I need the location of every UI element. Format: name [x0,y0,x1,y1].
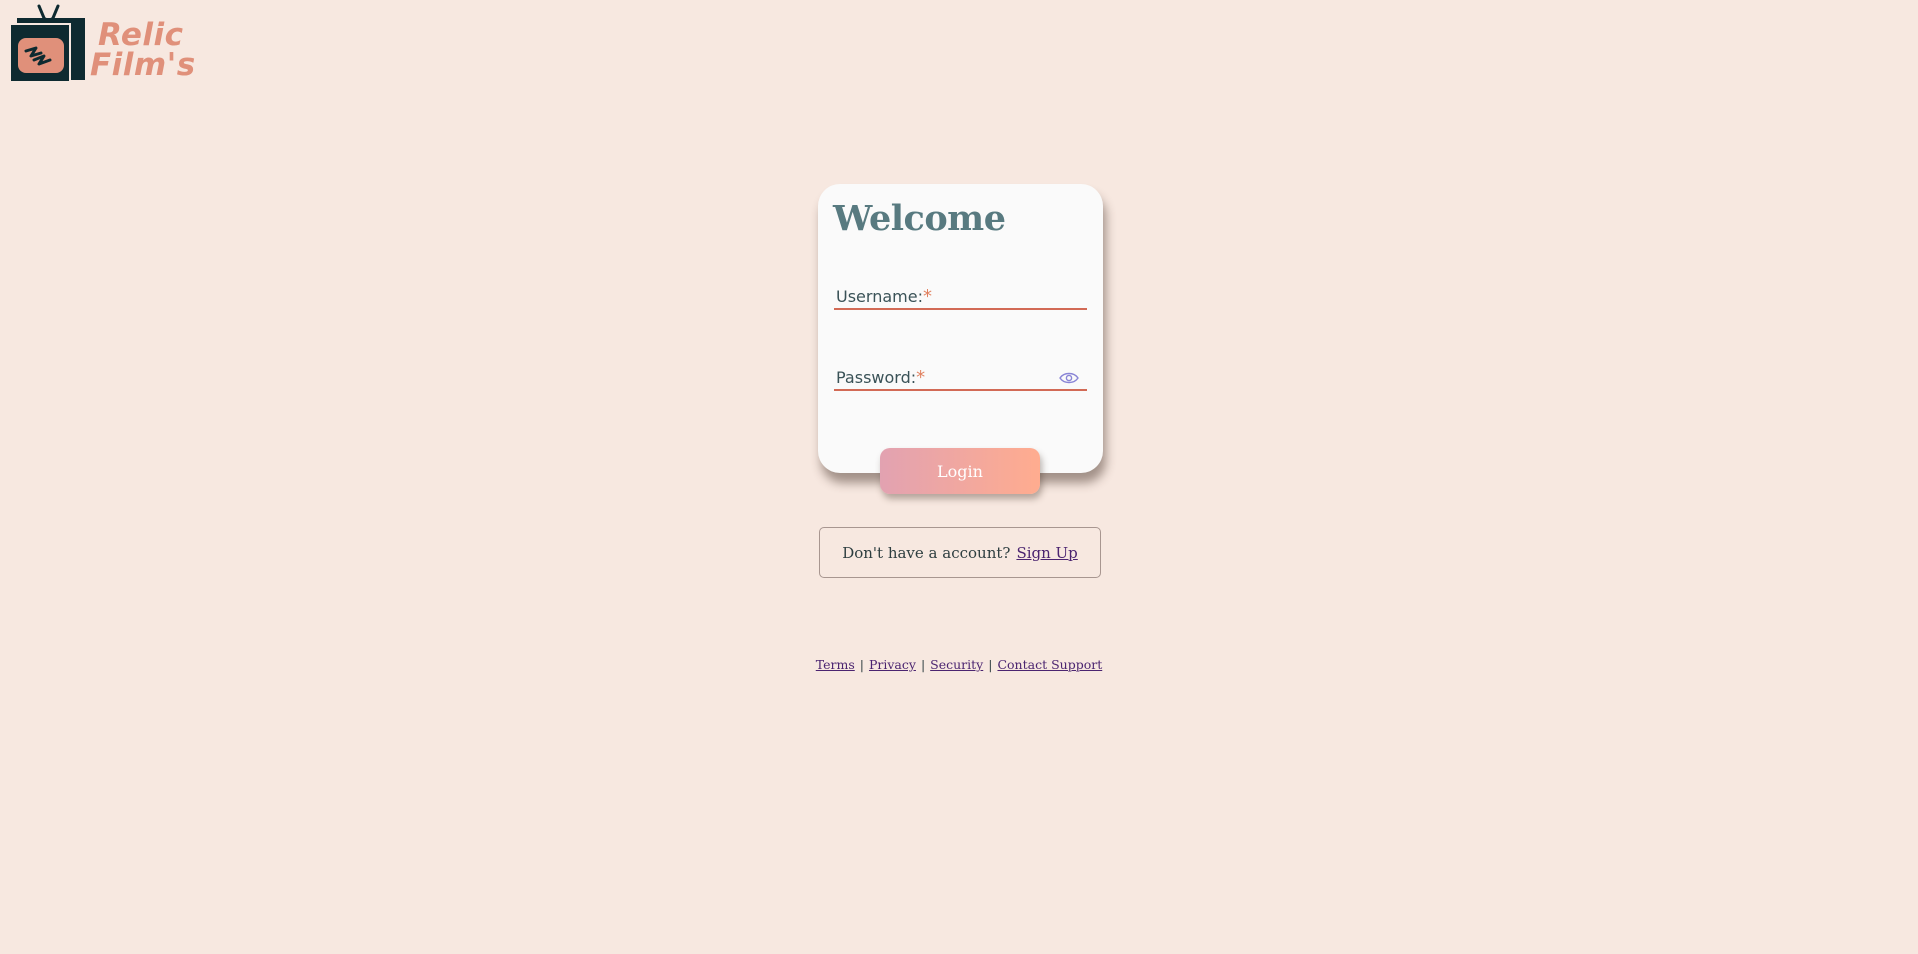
signup-link[interactable]: Sign Up [1016,544,1077,562]
username-field[interactable]: Username:* [834,274,1087,310]
footer-separator: | [988,657,993,672]
terms-link[interactable]: Terms [816,657,855,672]
brand-name-line1: Relic [98,17,184,53]
signup-box: Don't have a account? Sign Up [819,527,1101,578]
login-card: Welcome Username:* Password:* [818,184,1103,473]
security-link[interactable]: Security [930,657,983,672]
footer-separator: | [920,657,926,672]
brand-logo[interactable]: Relic Film's [10,4,196,82]
tv-icon [10,4,85,82]
password-field[interactable]: Password:* [834,355,1087,391]
page-title: Welcome [833,198,1006,239]
brand-name-line2: Film's [90,47,196,83]
signup-prompt: Don't have a account? [842,543,1011,562]
brand-name: Relic Film's [90,17,196,83]
footer-separator: | [859,657,864,672]
login-page: Relic Film's Welcome Username:* Password… [0,0,1918,954]
footer-links: Terms | Privacy | Security | Contact Support [0,657,1918,672]
contact-support-link[interactable]: Contact Support [997,657,1102,672]
username-input[interactable] [834,274,1087,308]
login-button[interactable]: Login [880,448,1040,494]
privacy-link[interactable]: Privacy [869,657,916,672]
eye-icon[interactable] [1059,371,1079,385]
password-input[interactable] [834,355,1087,389]
